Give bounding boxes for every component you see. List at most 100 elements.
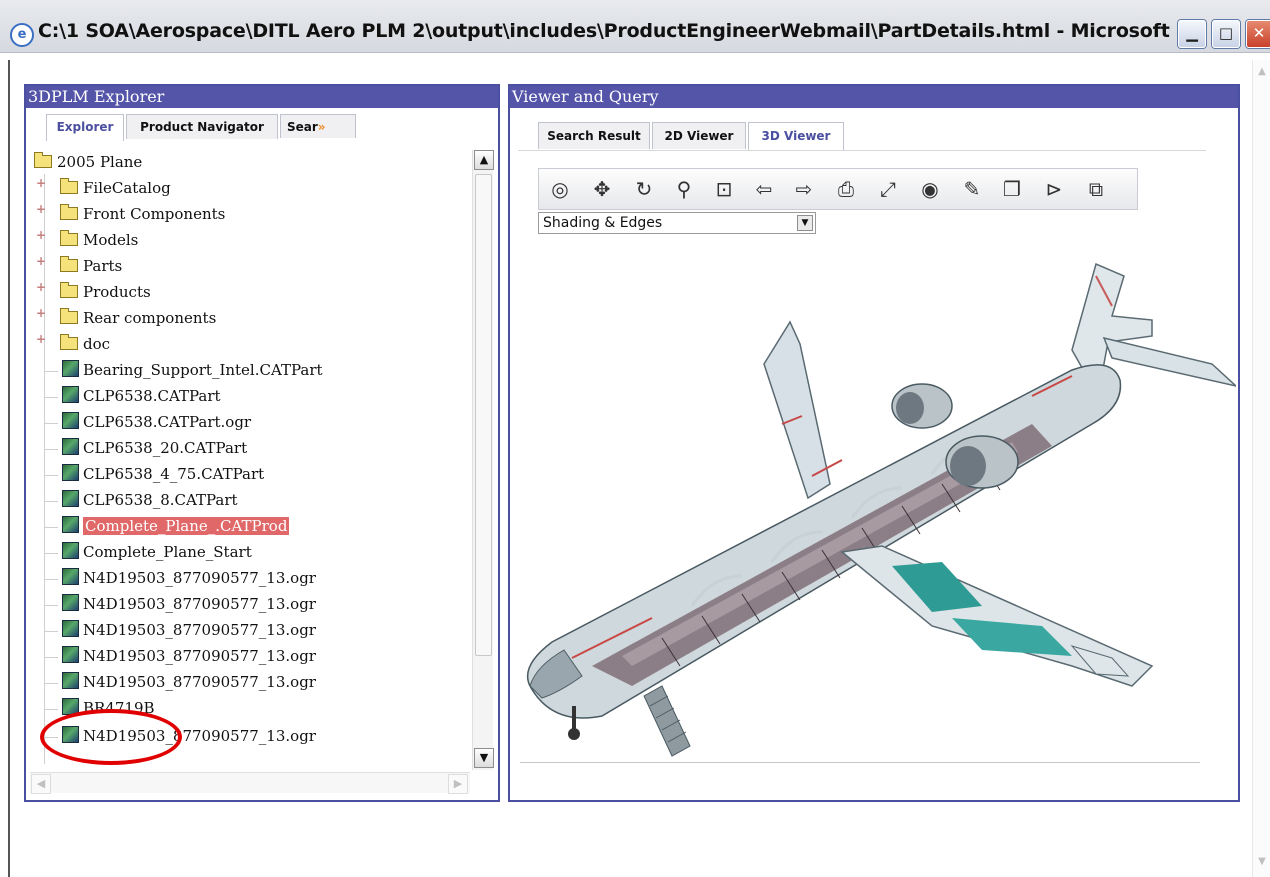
catpart-icon: [62, 490, 79, 507]
expand-icon[interactable]: +: [36, 176, 46, 190]
folder-icon: [60, 204, 78, 220]
tree-file-label: Bearing_Support_Intel.CATPart: [83, 361, 323, 379]
catproduct-icon: [62, 516, 79, 533]
tree-folder[interactable]: + Products: [36, 280, 151, 304]
tab-search[interactable]: Sear»: [280, 114, 356, 138]
expand-icon[interactable]: +: [36, 202, 46, 216]
folder-icon: [60, 230, 78, 246]
tree-file[interactable]: Complete_Plane_Start: [44, 540, 252, 564]
tree-file[interactable]: N4D19503_877090577_13.ogr: [44, 670, 316, 694]
print-icon[interactable]: ⎙: [831, 174, 861, 204]
annotate-icon[interactable]: ✎: [957, 174, 987, 204]
tree-file[interactable]: Bearing_Support_Intel.CATPart: [44, 358, 323, 382]
capture-icon[interactable]: ◉: [915, 174, 945, 204]
render-mode-select[interactable]: Shading & Edges ▼: [538, 212, 816, 234]
explorer-panel-title: 3DPLM Explorer: [26, 86, 498, 108]
expand-icon[interactable]: +: [36, 306, 46, 320]
previous-view-icon[interactable]: ⇦: [749, 174, 779, 204]
next-view-icon[interactable]: ⇨: [789, 174, 819, 204]
tree-folder-label: Models: [83, 231, 139, 249]
tab-2d-viewer[interactable]: 2D Viewer: [652, 122, 746, 149]
scroll-left-button[interactable]: ◀: [31, 774, 51, 794]
tree-folder[interactable]: + FileCatalog: [36, 176, 171, 200]
pan-icon[interactable]: ✥: [587, 174, 617, 204]
properties-icon[interactable]: ⧉: [1081, 174, 1111, 204]
tree-file[interactable]: CLP6538_8.CATPart: [44, 488, 238, 512]
tree-folder[interactable]: + doc: [36, 332, 110, 356]
tree-folder[interactable]: + Front Components: [36, 202, 225, 226]
section-icon[interactable]: ❐: [997, 174, 1027, 204]
page-scroll-up-icon[interactable]: ▲: [1256, 66, 1268, 78]
tree-file-selected[interactable]: Complete_Plane_.CATProd: [44, 514, 290, 538]
scroll-down-button[interactable]: ▼: [474, 748, 494, 768]
tree-folder-label: Parts: [83, 257, 123, 275]
catpart-icon: [62, 438, 79, 455]
tree-file-label: N4D19503_877090577_13.ogr: [83, 595, 316, 613]
viewer-toolbar: ◎ ✥ ↻ ⚲ ⊡ ⇦ ⇨ ⎙ ⤢ ◉ ✎ ❐ ⊳ ⧉: [538, 168, 1138, 210]
ogr-file-icon: [62, 594, 79, 611]
explorer-tree: 2005 Plane + FileCatalog + Front Component…: [30, 150, 470, 766]
catpart-icon: [62, 464, 79, 481]
ogr-file-icon: [62, 646, 79, 663]
tree-folder[interactable]: + Models: [36, 228, 138, 252]
tree-file[interactable]: N4D19503_877090577_13.ogr: [44, 644, 316, 668]
folder-icon: [60, 282, 78, 298]
maximize-button[interactable]: □: [1212, 20, 1240, 48]
expand-icon[interactable]: +: [36, 280, 46, 294]
explorer-panel: 3DPLM Explorer Explorer Product Navigato…: [24, 84, 500, 802]
highlight-ellipse-annotation: [40, 709, 182, 765]
tree-file[interactable]: CLP6538_4_75.CATPart: [44, 462, 264, 486]
3d-model-canvas[interactable]: [512, 246, 1239, 767]
explorer-vertical-scrollbar[interactable]: ▲ ▼: [472, 150, 494, 770]
page-scroll-down-icon[interactable]: ▼: [1256, 856, 1268, 868]
viewer-panel-title: Viewer and Query: [510, 86, 1238, 108]
minimize-button[interactable]: ▁: [1178, 20, 1206, 48]
internet-explorer-icon: e: [10, 23, 34, 47]
tree-file[interactable]: CLP6538.CATPart.ogr: [44, 410, 251, 434]
explorer-horizontal-scrollbar[interactable]: ◀ ▶: [30, 772, 470, 794]
scroll-thumb[interactable]: [475, 174, 492, 656]
fit-all-icon[interactable]: ◎: [545, 174, 575, 204]
zoom-icon[interactable]: ⚲: [669, 174, 699, 204]
zoom-area-icon[interactable]: ⊡: [709, 174, 739, 204]
catproduct-icon: [62, 542, 79, 559]
scroll-right-button[interactable]: ▶: [448, 774, 468, 794]
tab-product-navigator[interactable]: Product Navigator: [126, 114, 278, 139]
rotate-icon[interactable]: ↻: [629, 174, 659, 204]
close-button[interactable]: ✕: [1246, 20, 1270, 48]
folder-open-icon: [34, 152, 52, 168]
tree-file-label: N4D19503_877090577_13.ogr: [83, 569, 316, 587]
measure-icon[interactable]: ⤢: [873, 174, 903, 204]
expand-icon[interactable]: +: [36, 228, 46, 242]
explode-icon[interactable]: ⊳: [1039, 174, 1069, 204]
chevron-down-icon[interactable]: ▼: [797, 215, 813, 231]
scroll-up-button[interactable]: ▲: [474, 150, 494, 170]
expand-icon[interactable]: +: [36, 332, 46, 346]
window-titlebar: e C:\1 SOA\Aerospace\DITL Aero PLM 2\out…: [0, 0, 1270, 53]
tree-file[interactable]: CLP6538.CATPart: [44, 384, 221, 408]
tab-search-result[interactable]: Search Result: [538, 122, 650, 149]
expand-icon[interactable]: +: [36, 254, 46, 268]
tree-file-label: N4D19503_877090577_13.ogr: [83, 621, 316, 639]
tree-file[interactable]: N4D19503_877090577_13.ogr: [44, 566, 316, 590]
tree-folder[interactable]: + Parts: [36, 254, 122, 278]
tree-file[interactable]: N4D19503_877090577_13.ogr: [44, 618, 316, 642]
tab-explorer[interactable]: Explorer: [46, 114, 124, 141]
tree-folder-label: Products: [83, 283, 151, 301]
tree-root[interactable]: 2005 Plane: [34, 150, 142, 174]
render-mode-value: Shading & Edges: [543, 215, 663, 231]
ogr-file-icon: [62, 568, 79, 585]
tree-folder[interactable]: + Rear components: [36, 306, 216, 330]
ogr-file-icon: [62, 620, 79, 637]
tree-file[interactable]: CLP6538_20.CATPart: [44, 436, 247, 460]
page-vertical-scrollbar[interactable]: ▲ ▼: [1252, 60, 1270, 877]
viewer-panel: Viewer and Query Search Result 2D Viewer…: [508, 84, 1240, 802]
catpart-icon: [62, 386, 79, 403]
window-title: C:\1 SOA\Aerospace\DITL Aero PLM 2\outpu…: [38, 20, 1204, 42]
viewer-bottom-rule: [520, 762, 1200, 763]
tree-file-label: Complete_Plane_.CATProd: [83, 517, 290, 535]
tree-file[interactable]: N4D19503_877090577_13.ogr: [44, 592, 316, 616]
tab-3d-viewer[interactable]: 3D Viewer: [748, 122, 844, 151]
tree-file-label: CLP6538_20.CATPart: [83, 439, 248, 457]
tree-file-label: CLP6538_8.CATPart: [83, 491, 238, 509]
